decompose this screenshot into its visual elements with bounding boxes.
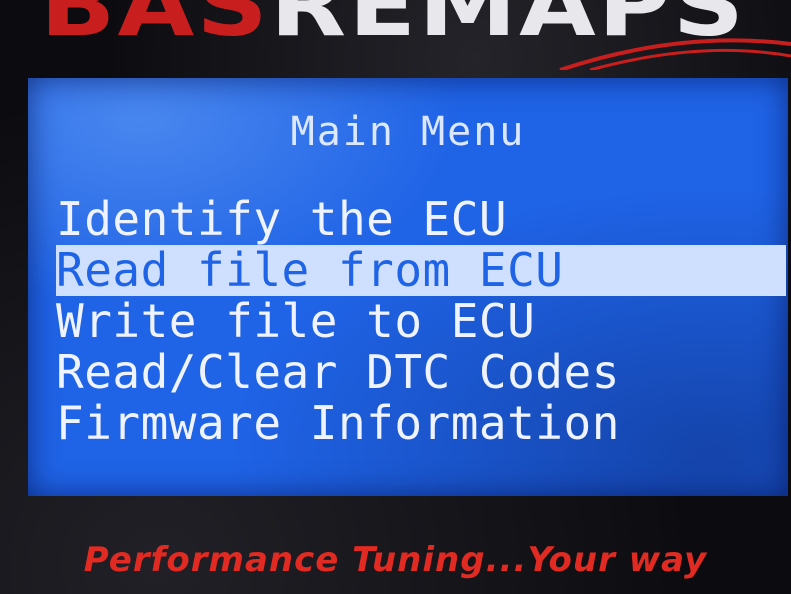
menu-item-write-file[interactable]: Write file to ECU — [56, 296, 786, 347]
brand-tagline: Performance Tuning...Your way — [83, 540, 708, 580]
page-title: Main Menu — [290, 109, 526, 155]
menu-item-label: Read file from ECU — [56, 243, 564, 297]
main-menu: Identify the ECU Read file from ECU Writ… — [56, 194, 786, 449]
menu-item-label: Write file to ECU — [56, 294, 536, 348]
menu-item-label: Identify the ECU — [56, 192, 508, 246]
menu-item-label: Read/Clear DTC Codes — [56, 345, 620, 399]
menu-item-label: Firmware Information — [56, 396, 620, 450]
menu-item-identify-ecu[interactable]: Identify the ECU — [56, 194, 786, 245]
menu-item-firmware-info[interactable]: Firmware Information — [56, 398, 786, 449]
menu-item-read-clear-dtc[interactable]: Read/Clear DTC Codes — [56, 347, 786, 398]
menu-item-read-file[interactable]: Read file from ECU — [56, 245, 786, 296]
lcd-screen: Main Menu Identify the ECU Read file fro… — [28, 78, 788, 496]
ecu-tool-device: BASREMAPS Main Menu Identify the ECU Rea… — [0, 0, 791, 594]
logo-swoosh-decoration — [559, 38, 791, 70]
